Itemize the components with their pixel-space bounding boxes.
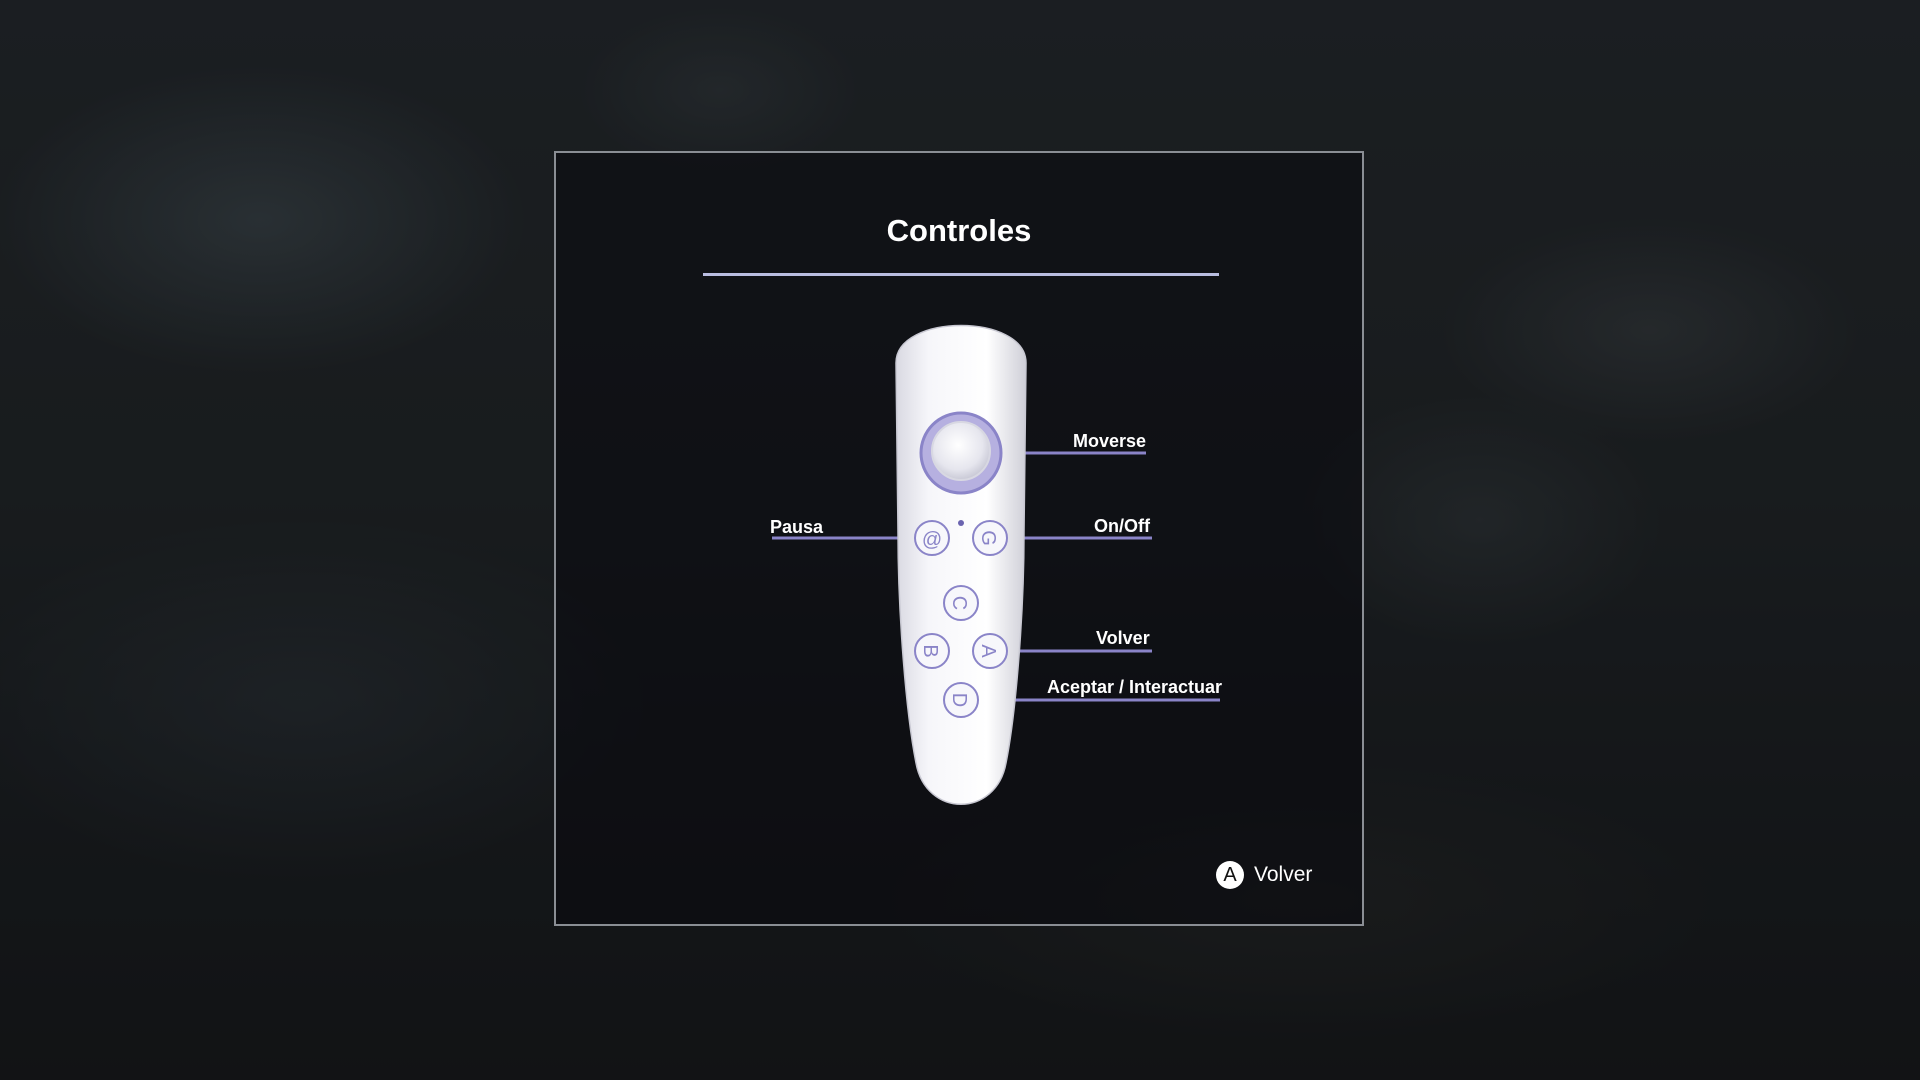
controls-dialog: Controles @ G C B A D Moverse Pausa On/O… bbox=[554, 151, 1364, 926]
d-button[interactable]: D bbox=[943, 682, 979, 718]
label-pausa: Pausa bbox=[770, 517, 824, 537]
joystick-cap bbox=[931, 421, 991, 481]
b-button[interactable]: B bbox=[914, 633, 950, 669]
pause-button[interactable]: @ bbox=[914, 520, 950, 556]
back-button-label: Volver bbox=[1254, 863, 1313, 886]
a-button-glyph: A bbox=[977, 644, 999, 658]
power-button-glyph: G bbox=[977, 530, 999, 546]
c-button[interactable]: C bbox=[943, 585, 979, 621]
remote-diagram: @ G C B A D bbox=[772, 324, 1220, 805]
back-button[interactable]: A Volver bbox=[1216, 861, 1312, 889]
label-aceptar: Aceptar / Interactuar bbox=[1047, 677, 1223, 697]
power-button[interactable]: G bbox=[972, 520, 1008, 556]
d-button-glyph: D bbox=[948, 693, 970, 707]
label-volver: Volver bbox=[1096, 628, 1150, 648]
a-button-icon: A bbox=[1216, 861, 1244, 889]
a-button[interactable]: A bbox=[972, 633, 1008, 669]
label-moverse: Moverse bbox=[1073, 431, 1147, 451]
b-button-glyph: B bbox=[919, 644, 941, 657]
pause-button-glyph: @ bbox=[922, 529, 942, 551]
remote-body bbox=[895, 324, 1027, 805]
status-led bbox=[958, 520, 964, 526]
label-onoff: On/Off bbox=[1094, 516, 1150, 536]
c-button-glyph: C bbox=[948, 596, 970, 610]
